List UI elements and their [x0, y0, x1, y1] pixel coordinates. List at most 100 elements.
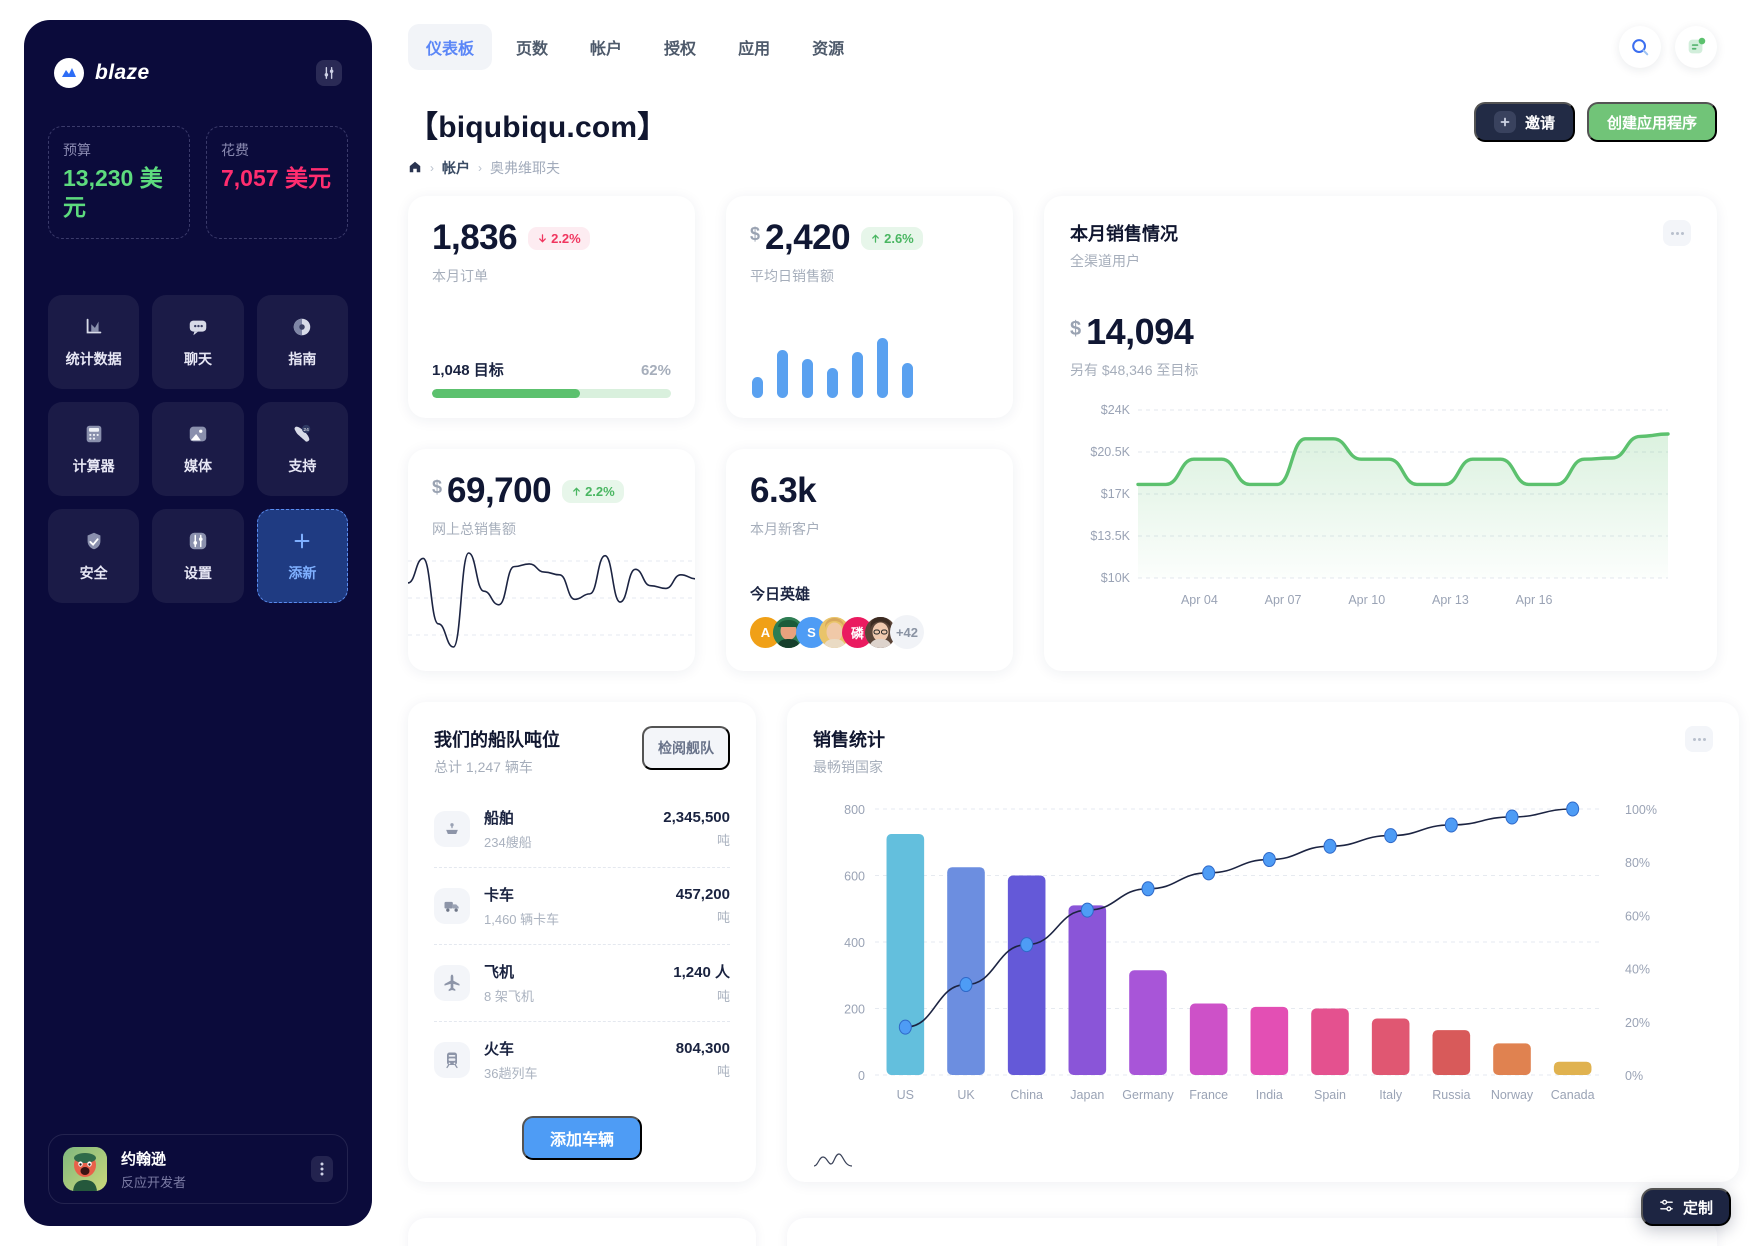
ellipsis-icon[interactable]: [1685, 726, 1713, 752]
y-axis-tick-label: $13.5K: [1090, 529, 1130, 543]
sidebar: blaze 预算 13,230 美元 花费 7,057 美元 统计数据 聊天 指…: [24, 20, 372, 1226]
note-badge-icon[interactable]: [1675, 26, 1717, 68]
list-item[interactable]: 船舶 234艘船 2,345,500 吨: [434, 791, 730, 868]
fleet-row-unit: 吨: [716, 989, 730, 1004]
sidebar-item-label: 指南: [288, 351, 317, 367]
sidebar-item-settings[interactable]: 设置: [152, 508, 244, 603]
dot: [1692, 737, 1696, 741]
data-point: [1202, 865, 1216, 881]
peek-card: [787, 1218, 1717, 1246]
x-axis-tick-label: Japan: [1070, 1088, 1104, 1102]
x-axis-tick-label: India: [1256, 1088, 1283, 1102]
ellipsis-icon[interactable]: [1663, 220, 1691, 246]
data-point: [1020, 937, 1034, 953]
list-item[interactable]: 火车 36趟列车 804,300 吨: [434, 1022, 730, 1098]
fleet-row-meta: 36趟列车: [484, 1066, 538, 1081]
secondary-y-axis-tick-label: 0%: [1625, 1069, 1643, 1083]
review-fleet-button[interactable]: 检阅舰队: [642, 726, 730, 770]
fleet-header: 我们的船队吨位 总计 1,247 辆车 检阅舰队: [434, 726, 730, 777]
x-axis-tick-label: France: [1189, 1088, 1228, 1102]
breadcrumb-separator: ›: [478, 161, 482, 175]
y-axis-tick-label: 600: [844, 870, 865, 884]
list-item-text: 船舶 234艘船: [484, 807, 649, 851]
sidebar-item-add-new[interactable]: 添新: [256, 508, 348, 603]
breadcrumb: › 帐户 › 奥弗维耶夫: [408, 158, 667, 178]
create-app-button[interactable]: 创建应用程序: [1586, 102, 1717, 142]
y-axis-tick-label: 400: [844, 936, 865, 950]
kpi-card-orders: 1,836 2.2% 本月订单 1,048 目标 62%: [408, 196, 695, 418]
secondary-y-axis-tick-label: 80%: [1625, 856, 1650, 870]
sidebar-item-support[interactable]: 24 支持: [256, 401, 348, 496]
sidebar-item-media[interactable]: 媒体: [152, 401, 244, 496]
lower-section: 我们的船队吨位 总计 1,247 辆车 检阅舰队 船舶 234艘船 2,345,…: [408, 702, 1739, 1182]
x-axis-tick-label: Italy: [1379, 1088, 1403, 1102]
bar: [1250, 1006, 1289, 1075]
mini-bar: [777, 349, 788, 398]
invite-button-label: 邀请: [1524, 114, 1555, 132]
x-axis-tick-label: US: [897, 1088, 914, 1102]
tab-pages[interactable]: 页数: [498, 24, 566, 70]
currency-symbol: $: [1070, 318, 1082, 340]
secondary-y-axis-tick-label: 100%: [1625, 803, 1657, 817]
x-axis-tick-label: Apr 04: [1181, 593, 1218, 607]
list-item[interactable]: 卡车 1,460 辆卡车 457,200 吨: [434, 868, 730, 945]
breadcrumb-item-accounts[interactable]: 帐户: [442, 158, 470, 178]
spend-label: 花费: [221, 142, 249, 158]
sidebar-item-label: 安全: [79, 565, 108, 581]
progress-bar-fill: [432, 389, 581, 398]
dot: [1670, 231, 1674, 235]
kpi-card-avg-daily: $ 2,420 2.6% 平均日销售额: [726, 196, 1013, 418]
arrow-down-icon: [539, 233, 546, 243]
heroes-label: 今日英雄: [750, 586, 811, 603]
breadcrumb-separator: ›: [430, 161, 434, 175]
avatar-more-count[interactable]: +42: [890, 615, 924, 649]
customize-button-label: 定制: [1682, 1199, 1713, 1217]
list-item[interactable]: 飞机 8 架飞机 1,240 人 吨: [434, 945, 730, 1022]
goal-percent: 62%: [640, 362, 671, 379]
kpi-orders-badge: 2.2%: [551, 230, 581, 246]
tab-authorization[interactable]: 授权: [646, 24, 714, 70]
sidebar-item-chat[interactable]: 聊天: [152, 294, 244, 389]
plus-icon: [289, 528, 315, 554]
sidebar-item-guide[interactable]: 指南: [256, 294, 348, 389]
fleet-row-name: 船舶: [484, 810, 515, 827]
sidebar-item-label: 聊天: [183, 351, 212, 367]
invite-button[interactable]: 邀请: [1473, 102, 1575, 142]
tab-resources[interactable]: 资源: [794, 24, 862, 70]
dot: [1675, 231, 1679, 235]
fleet-row-value: 457,200: [675, 886, 730, 903]
y-axis-tick-label: 200: [844, 1003, 865, 1017]
customize-button[interactable]: 定制: [1640, 1188, 1731, 1226]
status-badge: 2.2%: [528, 226, 590, 250]
fleet-row-meta: 1,460 辆卡车: [484, 912, 560, 927]
user-profile-text: 约翰逊 反应开发者: [121, 1148, 297, 1191]
kpi-card-online-total: $ 69,700 2.2% 网上总销售额: [408, 449, 695, 671]
avatar: [63, 1147, 107, 1191]
user-profile[interactable]: 约翰逊 反应开发者: [48, 1134, 348, 1204]
mini-bar: [827, 368, 838, 398]
tab-dashboard[interactable]: 仪表板: [408, 24, 493, 70]
create-app-button-label: 创建应用程序: [1606, 114, 1697, 132]
sidebar-item-calculator[interactable]: 计算器: [48, 401, 140, 496]
add-vehicle-button[interactable]: 添加车辆: [521, 1116, 642, 1160]
sidebar-item-stats[interactable]: 统计数据: [48, 294, 140, 389]
wave-icon[interactable]: [813, 1151, 853, 1174]
dot: [1680, 231, 1684, 235]
tab-applications[interactable]: 应用: [720, 24, 788, 70]
sliders-icon[interactable]: [316, 60, 342, 86]
goal-row: 1,048 目标 62%: [432, 359, 671, 380]
sales-statistics-header: 销售统计 最畅销国家: [813, 726, 1713, 777]
compass-icon: [289, 314, 315, 340]
search-icon[interactable]: [1619, 26, 1661, 68]
ship-icon: [434, 811, 470, 847]
home-icon[interactable]: [408, 160, 422, 177]
tab-accounts[interactable]: 帐户: [572, 24, 640, 70]
plus-icon: [1493, 111, 1516, 133]
sidebar-item-security[interactable]: 安全: [48, 508, 140, 603]
kpi-online-topline: $ 69,700 2.2%: [432, 471, 671, 511]
kebab-menu-icon[interactable]: [311, 1156, 333, 1182]
list-item-text: 火车 36趟列车: [484, 1038, 662, 1082]
brand[interactable]: blaze: [54, 58, 150, 88]
status-badge: 2.2%: [562, 479, 624, 503]
